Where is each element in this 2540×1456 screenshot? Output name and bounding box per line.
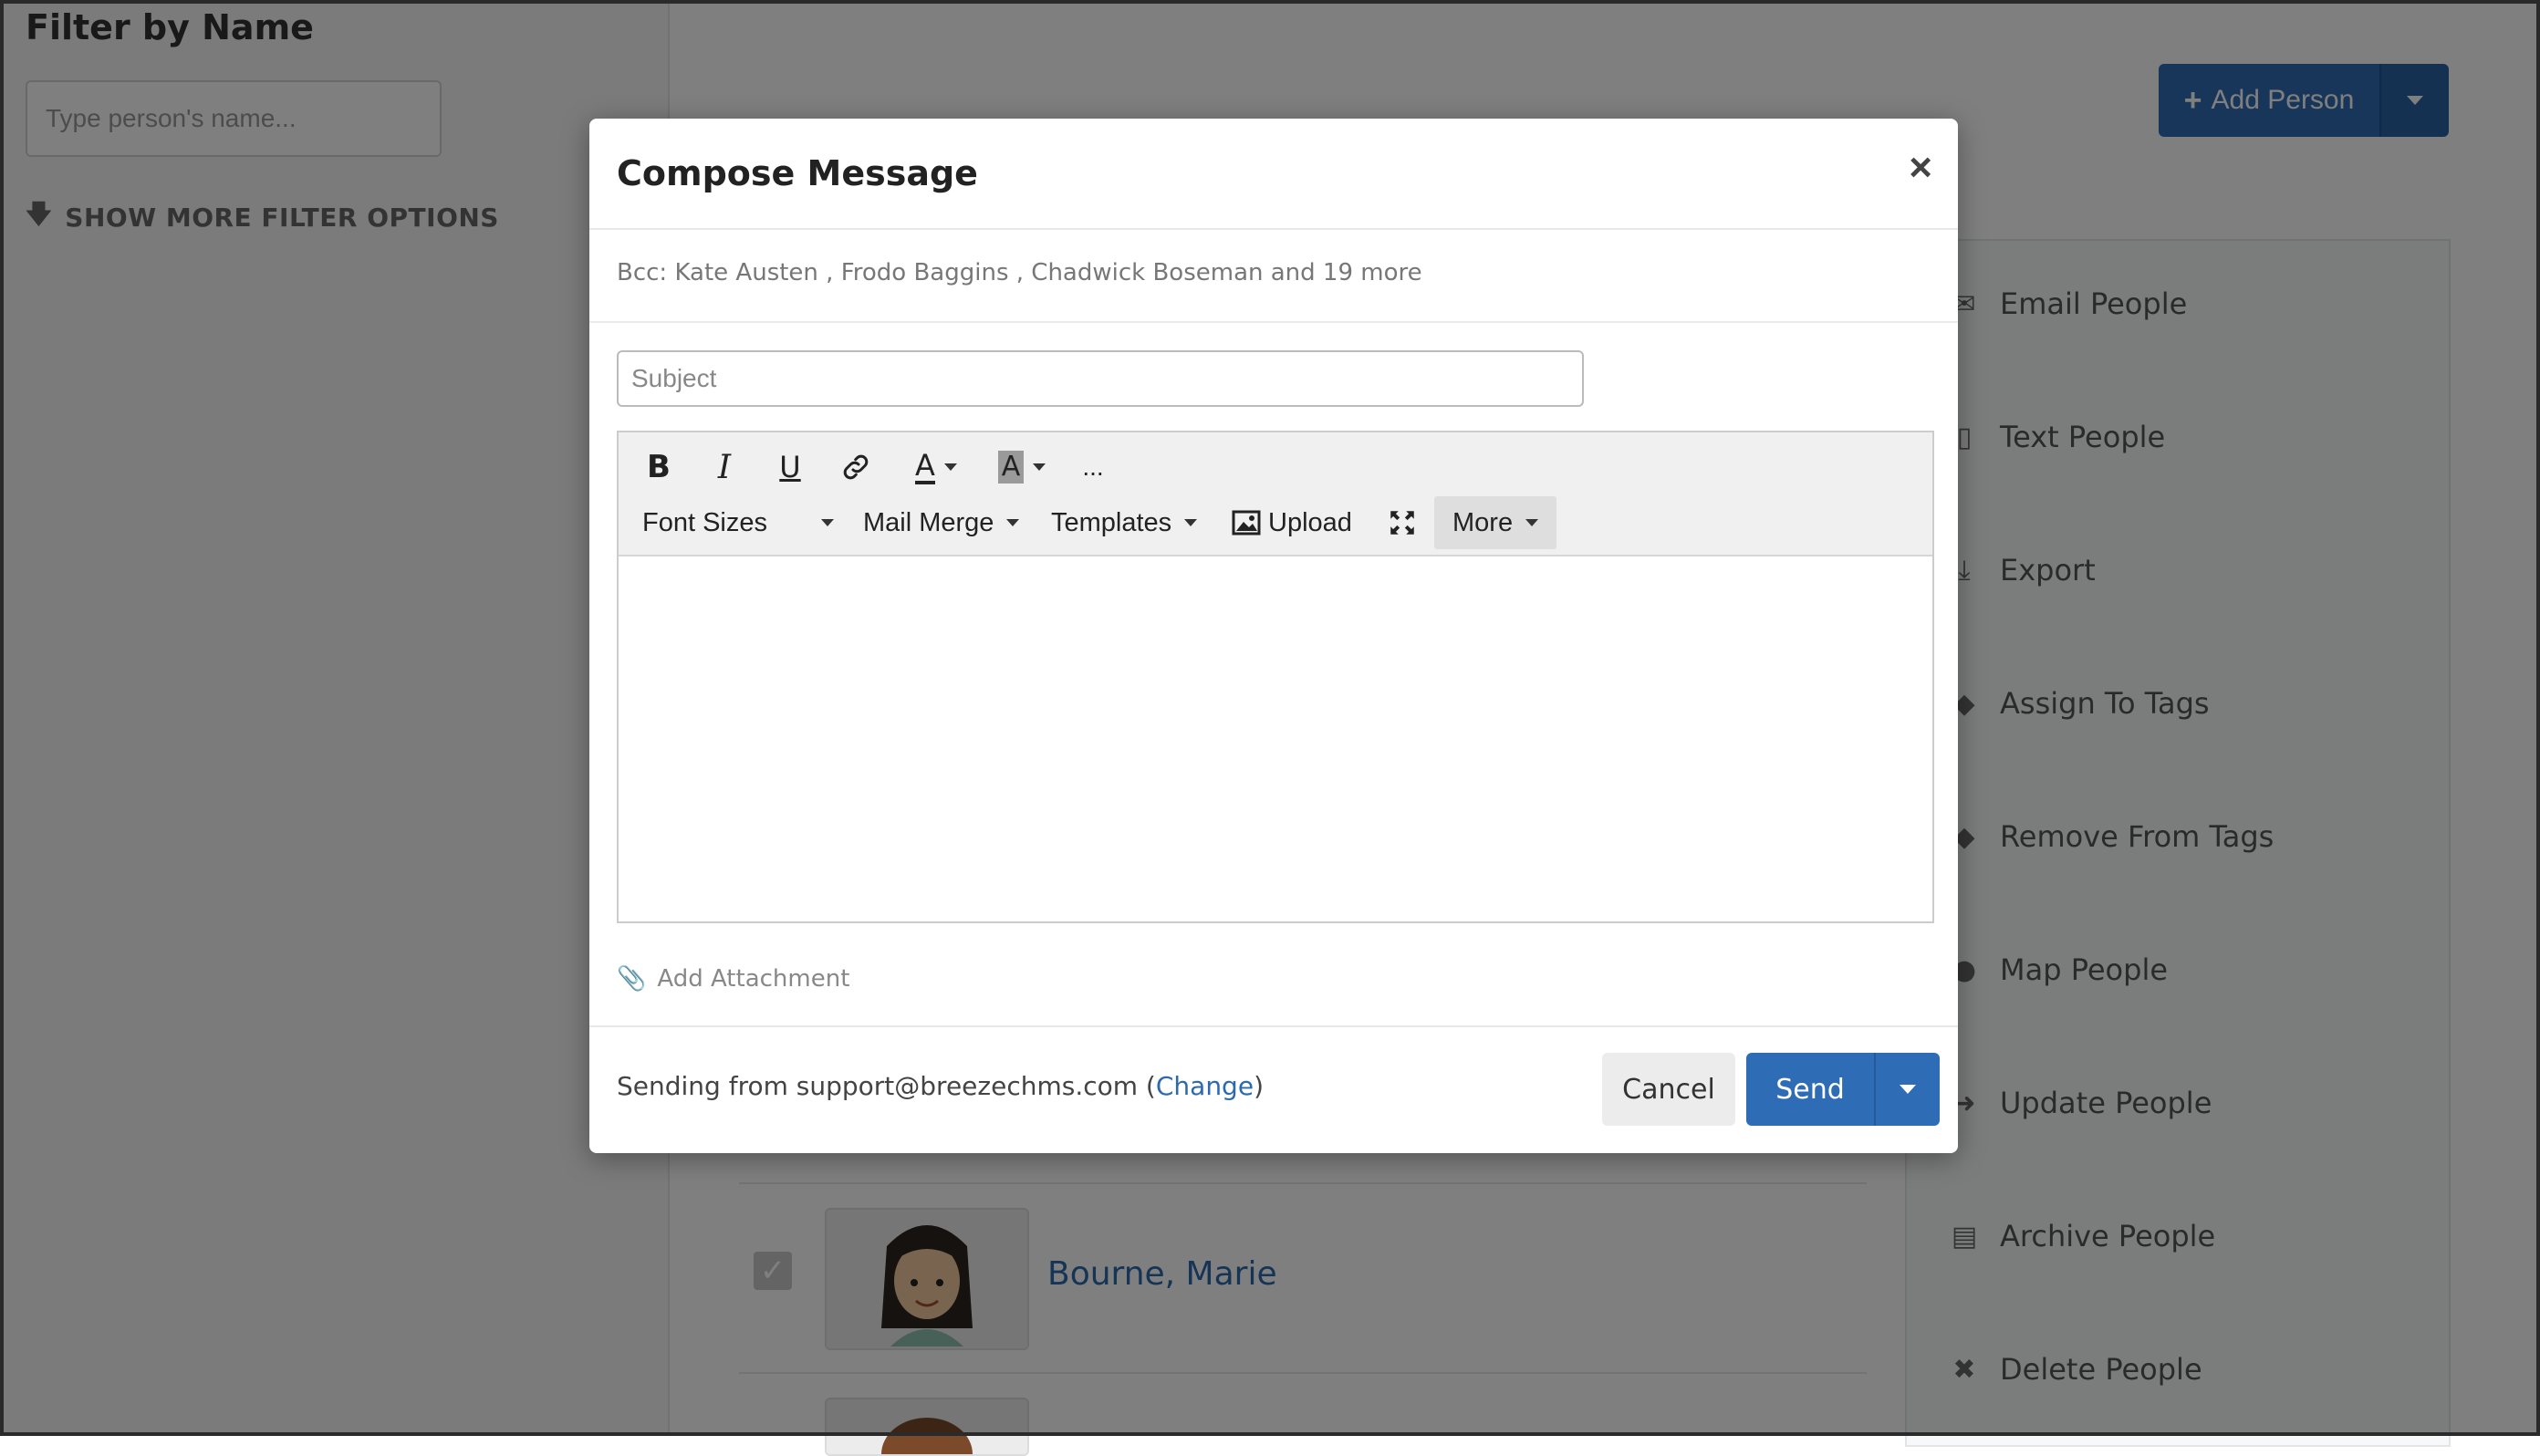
window-frame [0, 0, 2540, 1436]
